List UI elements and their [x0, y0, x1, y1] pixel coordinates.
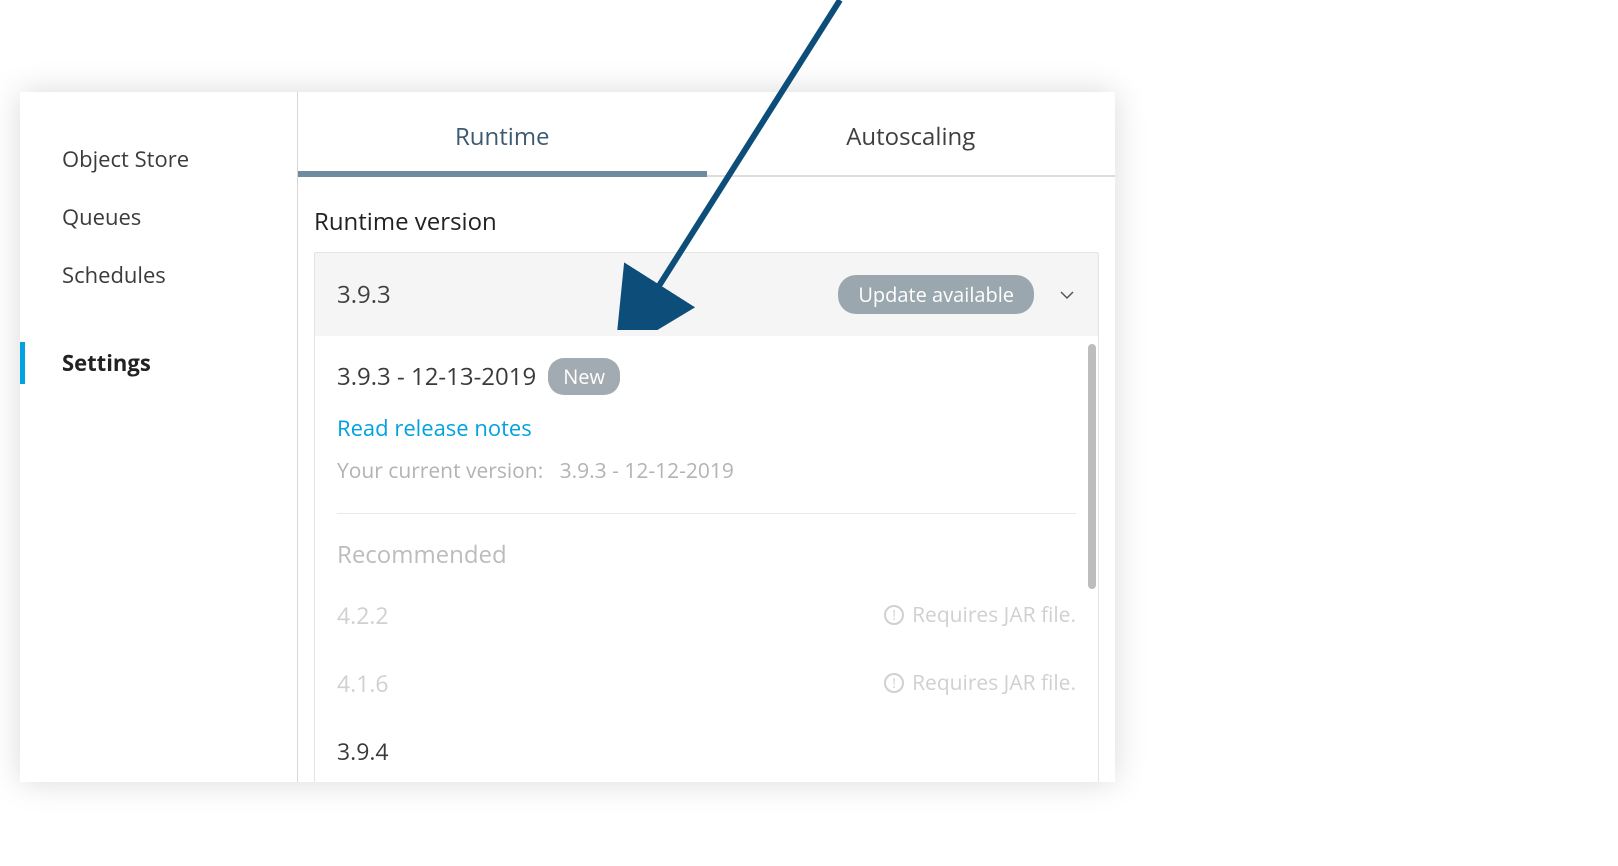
selected-version: 3.9.3 — [337, 278, 838, 311]
runtime-version-select[interactable]: 3.9.3 Update available — [315, 253, 1098, 336]
recommended-title: Recommended — [315, 514, 1098, 581]
current-version-label: Your current version: — [337, 457, 543, 485]
option-label: 3.9.4 — [337, 735, 1076, 767]
update-available-badge: Update available — [838, 275, 1034, 314]
tab-runtime[interactable]: Runtime — [298, 92, 707, 177]
sidebar-item-schedules[interactable]: Schedules — [20, 246, 297, 304]
tabs: Runtime Autoscaling — [298, 92, 1115, 177]
sidebar: Object Store Queues Schedules Settings — [20, 92, 298, 782]
option-label: 4.2.2 — [337, 599, 884, 631]
highlight-version: 3.9.3 - 12-13-2019 — [337, 360, 536, 393]
sidebar-item-settings[interactable]: Settings — [20, 334, 297, 392]
current-version-value: 3.9.3 - 12-12-2019 — [560, 457, 734, 485]
current-version-line: Your current version: 3.9.3 - 12-12-2019 — [337, 457, 1076, 505]
jar-note-text: Requires JAR file. — [912, 669, 1076, 697]
info-icon: ! — [884, 605, 904, 625]
runtime-version-dropdown: 3.9.3 Update available 3.9.3 - 12-13-201… — [314, 252, 1099, 782]
info-icon: ! — [884, 673, 904, 693]
option-4-2-2: 4.2.2 ! Requires JAR file. — [315, 581, 1098, 649]
sidebar-item-object-store[interactable]: Object Store — [20, 130, 297, 188]
option-3-9-4[interactable]: 3.9.4 — [315, 717, 1098, 782]
tab-autoscaling[interactable]: Autoscaling — [707, 92, 1116, 177]
scrollbar[interactable] — [1088, 344, 1096, 589]
jar-note: ! Requires JAR file. — [884, 669, 1076, 697]
option-4-1-6: 4.1.6 ! Requires JAR file. — [315, 649, 1098, 717]
main-content: Runtime Autoscaling Runtime version 3.9.… — [298, 92, 1115, 782]
settings-panel: Object Store Queues Schedules Settings R… — [20, 92, 1115, 782]
runtime-version-title: Runtime version — [298, 177, 1115, 252]
sidebar-item-queues[interactable]: Queues — [20, 188, 297, 246]
jar-note-text: Requires JAR file. — [912, 601, 1076, 629]
option-label: 4.1.6 — [337, 667, 884, 699]
release-notes-link[interactable]: Read release notes — [337, 413, 532, 443]
jar-note: ! Requires JAR file. — [884, 601, 1076, 629]
new-badge: New — [548, 358, 620, 395]
highlight-block: 3.9.3 - 12-13-2019 New Read release note… — [315, 336, 1098, 513]
dropdown-body: 3.9.3 - 12-13-2019 New Read release note… — [315, 336, 1098, 782]
chevron-down-icon — [1058, 286, 1076, 304]
